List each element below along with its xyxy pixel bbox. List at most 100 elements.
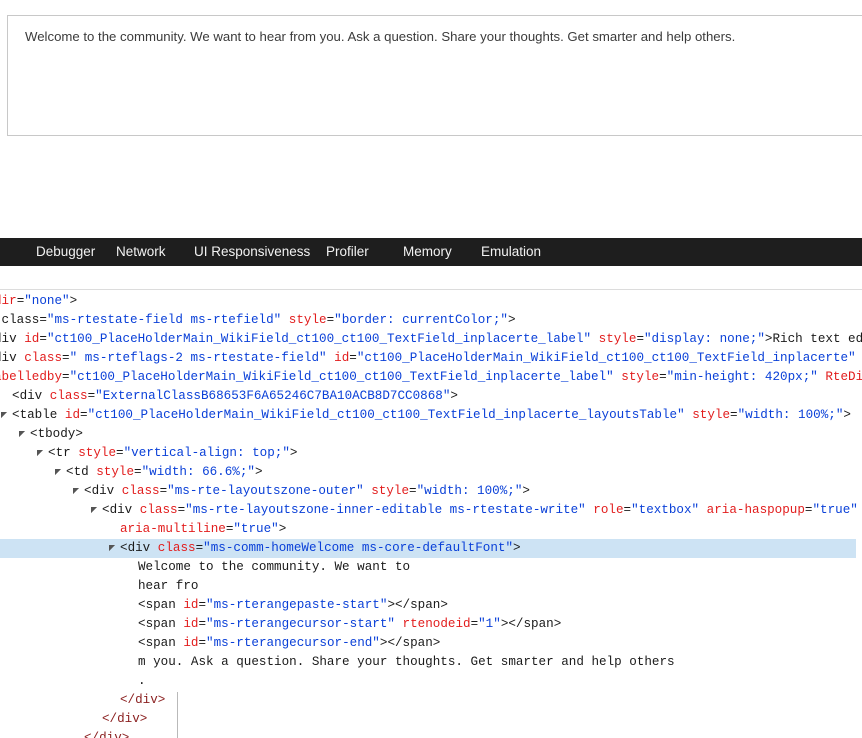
token-punct: >: [387, 598, 395, 612]
dom-node-markup: <td style="width: 66.6%;">: [66, 463, 263, 482]
rich-text-editor-box[interactable]: Welcome to the community. We want to hea…: [7, 15, 862, 136]
tab-debugger[interactable]: Debugger: [36, 238, 95, 266]
token-tag: span: [145, 636, 176, 650]
token-punct: <: [84, 484, 92, 498]
dom-node-row[interactable]: <tbody>: [0, 425, 856, 444]
dom-node-row[interactable]: class="ms-rtestate-field ms-rtefield" st…: [0, 311, 856, 330]
dom-node-markup: hear fro: [138, 577, 198, 596]
expand-triangle-icon[interactable]: [108, 539, 117, 558]
token-str: "ms-rtestate-field ms-rtefield": [46, 313, 282, 327]
token-str: "ct100_PlaceHolderMain_WikiField_ct100_c…: [69, 370, 614, 384]
token-attr: style: [281, 313, 327, 327]
dom-node-row[interactable]: aria-multiline="true">: [0, 520, 856, 539]
dom-node-row[interactable]: <div class = "ms-rte-layoutszone-inner-edi…: [0, 501, 858, 520]
token-str: "ExternalClassB68653F6A65246C7BA10ACB8D7…: [95, 389, 451, 403]
dom-node-row[interactable]: <div class = "ms-rte-layoutszone-outer" st…: [0, 482, 856, 501]
expand-triangle-icon[interactable]: [72, 482, 81, 501]
token-str: "border: currentColor;": [334, 313, 508, 327]
token-attr: class: [42, 389, 88, 403]
dom-node-markup: abelledby="ct100_PlaceHolderMain_WikiFie…: [0, 368, 862, 387]
token-tag: div: [109, 503, 133, 517]
token-str: "none": [24, 294, 70, 308]
token-attr: id: [57, 408, 81, 422]
dom-node-row[interactable]: <tr style="vertical-align: top;">: [0, 444, 856, 463]
dom-node-row[interactable]: <span id="ms-rterangepaste-start"></span…: [0, 596, 856, 615]
dom-node-markup: <div class="ms-comm-homeWelcome ms-core-…: [120, 539, 521, 558]
dom-node-markup: m you. Ask a question. Share your though…: [138, 653, 675, 672]
token-punct: >: [843, 408, 851, 422]
token-attr: id: [175, 636, 199, 650]
dom-node-row[interactable]: </div>: [0, 691, 856, 710]
dom-node-row[interactable]: abelledby="ct100_PlaceHolderMain_WikiFie…: [0, 368, 862, 387]
dom-node-row[interactable]: </div>: [0, 710, 856, 729]
expand-triangle-icon[interactable]: [90, 501, 99, 520]
dom-node-markup: <span id="ms-rterangepaste-start"></span…: [138, 596, 448, 615]
token-punct: =: [730, 408, 738, 422]
token-str: "ms-rterangepaste-start": [206, 598, 388, 612]
dom-node-row[interactable]: <td style="width: 66.6%;">: [0, 463, 856, 482]
token-punct: =: [326, 313, 335, 327]
token-tag: span: [145, 598, 176, 612]
expand-triangle-icon[interactable]: [18, 425, 27, 444]
token-str: "true": [233, 522, 279, 536]
expand-triangle-icon[interactable]: [54, 463, 63, 482]
token-punct: >: [254, 465, 263, 479]
tab-clipped-left[interactable]: r: [0, 238, 4, 266]
dom-node-row[interactable]: <span id="ms-rterangecursor-end"></span>: [0, 634, 856, 653]
token-tag: span: [145, 617, 176, 631]
dom-node-row[interactable]: </div>: [0, 729, 856, 738]
devtools-tab-bar: r Debugger Network UI Responsiveness Profile…: [0, 238, 862, 266]
dom-node-markup: <span id="ms-rterangecursor-end"></span>: [138, 634, 440, 653]
dom-node-row[interactable]: div class=" ms-rteflags-2 ms-rtestate-fi…: [0, 349, 856, 368]
token-punct: <: [30, 427, 38, 441]
token-punct: <: [120, 541, 128, 555]
token-attr: class: [16, 351, 63, 365]
token-attr: style: [591, 332, 637, 346]
expand-triangle-icon[interactable]: [36, 444, 45, 463]
token-punct: >: [522, 484, 530, 498]
token-attr: role: [585, 503, 624, 517]
token-str: "textbox": [631, 503, 700, 517]
token-punct: <: [138, 617, 146, 631]
tab-profiler[interactable]: Profiler: [326, 238, 369, 266]
token-str: "ms-rte-layoutszone-outer": [167, 484, 364, 498]
dom-node-row[interactable]: .: [0, 672, 856, 691]
tab-ui-responsiveness[interactable]: UI Responsiveness: [194, 238, 310, 266]
token-punct: =: [116, 446, 124, 460]
dom-node-row[interactable]: hear fro: [0, 577, 856, 596]
token-attr: RteDirty: [825, 370, 862, 384]
dom-node-row[interactable]: Welcome to the community. We want to: [0, 558, 856, 577]
token-text: m you. Ask a question. Share your though…: [138, 655, 675, 669]
token-str: "width: 100%;": [737, 408, 844, 422]
dom-node-markup: </div>: [120, 691, 165, 710]
expand-triangle-icon[interactable]: [0, 406, 9, 425]
token-text: .: [138, 674, 146, 688]
token-punct: </span>: [387, 636, 441, 650]
dom-node-markup: div class=" ms-rteflags-2 ms-rtestate-fi…: [0, 349, 862, 368]
dom-node-row[interactable]: <table id="ct100_PlaceHolderMain_WikiFie…: [0, 406, 856, 425]
dom-node-row[interactable]: dir="none">: [0, 292, 856, 311]
dom-explorer-pane[interactable]: dir="none"> class="ms-rtestate-field ms-…: [0, 290, 862, 738]
rich-text-editor-region: Welcome to the community. We want to hea…: [0, 0, 862, 238]
dom-node-markup: <div class="ExternalClassB68653F6A65246C…: [12, 387, 458, 406]
token-text: hear fro: [138, 579, 199, 593]
token-punct: =: [62, 351, 70, 365]
rich-text-editor-content[interactable]: Welcome to the community. We want to hea…: [25, 28, 862, 46]
token-punct: <: [48, 446, 56, 460]
token-tag: div: [127, 541, 151, 555]
token-attr: dir: [0, 294, 17, 308]
dom-explorer-markup-list: dir="none"> class="ms-rtestate-field ms-…: [0, 292, 862, 738]
dom-node-markup: class="ms-rtestate-field ms-rtefield" st…: [0, 311, 516, 330]
token-str: "vertical-align: top;": [123, 446, 290, 460]
dom-node-row-selected[interactable]: <div class="ms-comm-homeWelcome ms-core-…: [0, 539, 856, 558]
dom-node-row[interactable]: m you. Ask a question. Share your though…: [0, 653, 856, 672]
tab-emulation[interactable]: Emulation: [481, 238, 541, 266]
token-str: "min-height: 420px;": [666, 370, 818, 384]
tab-memory[interactable]: Memory: [403, 238, 452, 266]
dom-node-row[interactable]: div id="ct100_PlaceHolderMain_WikiField_…: [0, 330, 862, 349]
dom-node-row[interactable]: <div class="ExternalClassB68653F6A65246C…: [0, 387, 856, 406]
tree-guide-line: [177, 692, 178, 738]
token-punct: =: [62, 370, 70, 384]
dom-node-row[interactable]: <span id="ms-rterangecursor-start" rteno…: [0, 615, 856, 634]
tab-network[interactable]: Network: [116, 238, 166, 266]
